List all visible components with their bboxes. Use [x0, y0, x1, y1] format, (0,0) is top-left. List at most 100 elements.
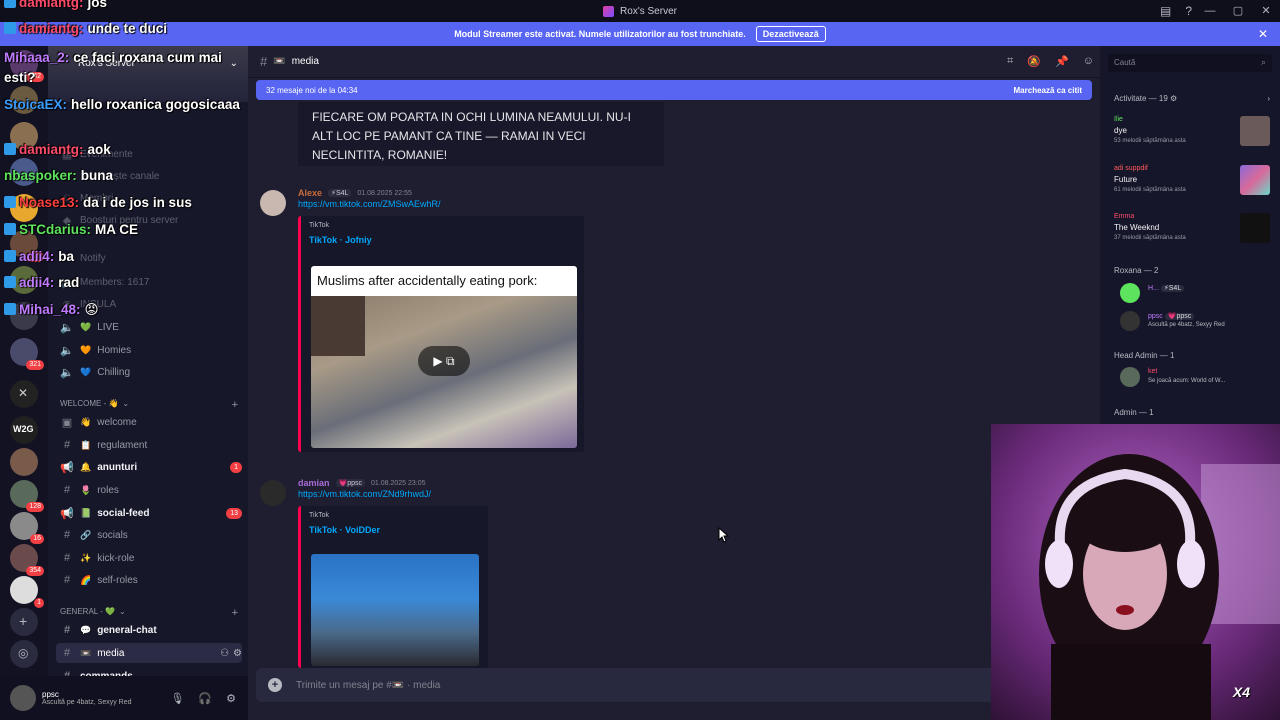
help-icon[interactable]: ? [1185, 4, 1192, 18]
channel-regulament[interactable]: # 📋 regulament [56, 435, 242, 455]
voice-channel-live[interactable]: 🔈 💚 LIVE [56, 317, 242, 337]
server-icon[interactable]: 354 [10, 544, 44, 576]
voice-channel-chilling[interactable]: 🔈 💙 Chilling [56, 362, 242, 382]
role-header-head-admin: Head Admin — 1 [1114, 351, 1175, 360]
maximize-button[interactable]: ▢ [1224, 0, 1252, 22]
settings-icon[interactable]: ⚙ [226, 692, 236, 705]
message-composer[interactable]: + Trimite un mesaj pe #📼 · media 🎁 [256, 668, 1092, 702]
mention-badge: 128 [26, 502, 44, 512]
channel-anunturi[interactable]: 📢 🔔 anunturi 1 [56, 457, 242, 477]
add-channel-icon[interactable]: + [232, 399, 238, 411]
server-header[interactable]: Rox's Server ⌄ [48, 46, 248, 102]
video-thumbnail[interactable]: Muslims after accidentally eating pork: … [311, 266, 577, 448]
server-icon[interactable] [10, 158, 38, 186]
server-tag: ⚡S4L [328, 189, 352, 197]
insula-channel[interactable]: ◉ INSULA [56, 294, 242, 314]
webcam-overlay: X4 [991, 424, 1280, 720]
server-icon[interactable]: 121 [10, 230, 44, 262]
channel-kick-role[interactable]: # ✨ kick-role [56, 548, 242, 568]
server-icon[interactable]: ✕ [10, 380, 38, 408]
add-channel-icon[interactable]: + [232, 607, 238, 619]
member-count-channel[interactable]: 🔈 Members: 1617 [56, 272, 242, 292]
activity-card[interactable]: Emma The Weeknd 37 melodii săptămâna ast… [1114, 213, 1270, 253]
minimize-button[interactable]: — [1196, 0, 1224, 22]
boosts-item[interactable]: ◆ Boosturi pentru server [56, 210, 242, 230]
notifications-muted-icon[interactable]: 🔕 [1027, 55, 1041, 68]
channel-general-chat[interactable]: # 💬 general-chat [56, 620, 242, 640]
activity-card[interactable]: Ilie dye 53 melodii săptămâna asta [1114, 116, 1270, 156]
member-item[interactable]: H... ⚡S4L [1114, 283, 1274, 307]
browse-channels-item[interactable]: ≡ Răsfoiește canale [56, 166, 242, 186]
hash-icon: # [63, 439, 71, 451]
headphones-icon[interactable]: 🎧 [198, 692, 212, 705]
message-link[interactable]: https://vm.tiktok.com/ZMSwAEwhR/ [298, 199, 441, 209]
webcam-overlay-text: X4 [1232, 684, 1250, 700]
events-item[interactable]: ▦ Evenimente [56, 144, 242, 164]
server-icon[interactable]: W2G [10, 416, 38, 444]
activity-card[interactable]: adi suppdif Future 61 melodii săptămâna … [1114, 165, 1270, 205]
server-icon[interactable] [10, 194, 38, 222]
explore-icon[interactable]: ◎ [10, 640, 38, 668]
embed-title[interactable]: TikTok · Jofniy [309, 235, 576, 245]
server-icon[interactable]: 128 [10, 480, 44, 512]
voice-channel-homies[interactable]: 🔈 🧡 Homies [56, 340, 242, 360]
microphone-icon[interactable]: 🎙 [170, 692, 184, 705]
member-list-icon[interactable]: ☺ [1083, 55, 1094, 68]
inbox-icon[interactable]: ▤ [1160, 4, 1171, 18]
gear-icon[interactable]: ⚙ [233, 648, 242, 659]
server-icon[interactable]: 342 [10, 50, 44, 82]
avatar[interactable] [260, 190, 286, 216]
channel-self-roles[interactable]: # 🌈 self-roles [56, 570, 242, 590]
channel-socials[interactable]: # 🔗 socials [56, 525, 242, 545]
server-icon[interactable]: 16 [10, 512, 44, 544]
video-thumbnail[interactable] [311, 554, 479, 666]
mention-badge: 321 [26, 360, 44, 370]
category-general[interactable]: GENERAL - 💚 ⌄ + [60, 607, 238, 619]
message-input[interactable]: Trimite un mesaj pe #📼 · media [296, 680, 440, 691]
role-header-admin: Admin — 1 [1114, 408, 1154, 417]
message: Alexe ⚡S4L 01.08.2025 22:55 https://vm.t… [260, 188, 860, 463]
server-logo-icon [603, 5, 615, 17]
close-banner-icon[interactable]: ✕ [1258, 27, 1268, 41]
avatar[interactable] [10, 685, 36, 711]
channel-social-feed[interactable]: 📢 📗 social-feed 13 [56, 503, 242, 523]
streamer-webcam-image [991, 424, 1280, 720]
close-window-button[interactable]: ✕ [1252, 0, 1280, 22]
server-icon[interactable]: 321 [10, 338, 44, 370]
server-icon[interactable] [10, 86, 38, 114]
pin-icon[interactable]: 📌 [1055, 55, 1069, 68]
server-icon[interactable] [10, 448, 38, 476]
new-messages-bar[interactable]: 32 mesaje noi de la 04:34 Marchează ca c… [256, 80, 1092, 100]
category-welcome[interactable]: WELCOME - 👋 ⌄ + [60, 399, 238, 411]
speaker-icon: 🔈 [60, 366, 74, 379]
gear-icon: ⚙ [1170, 94, 1178, 103]
channel-roles[interactable]: # 🌷 roles [56, 480, 242, 500]
mark-as-read-button[interactable]: Marchează ca citit [1014, 86, 1082, 95]
add-server-icon[interactable]: + [10, 608, 38, 636]
disable-streamer-button[interactable]: Dezactivează [755, 26, 826, 42]
embed-title[interactable]: TikTok · VoiDDer [309, 525, 480, 535]
activity-header[interactable]: Activitate — 19 ⚙ › [1114, 94, 1270, 103]
notify-channel[interactable]: # Notify [56, 248, 242, 268]
add-attachment-icon[interactable]: + [268, 678, 282, 692]
message-link[interactable]: https://vm.tiktok.com/ZNd9rhwdJ/ [298, 489, 431, 499]
message-author[interactable]: Alexe [298, 188, 322, 198]
member-item[interactable]: ket Se joacă acum: World of W... [1114, 367, 1274, 391]
server-icon[interactable] [10, 302, 38, 330]
avatar[interactable] [260, 480, 286, 506]
server-icon[interactable]: 1 [10, 576, 44, 608]
server-icon[interactable] [10, 122, 38, 150]
channel-name: media [291, 56, 319, 67]
message-author[interactable]: damian [298, 478, 330, 488]
server-name: Rox's Server [78, 58, 135, 69]
rules-icon: ▣ [61, 416, 73, 429]
channel-media[interactable]: # 📼 media ⚇ ⚙ [56, 643, 242, 663]
search-input[interactable]: Caută ⌕ [1108, 54, 1272, 72]
member-item[interactable]: ppsc 💗ppsc Ascultă pe 4batz, Sexyy Red [1114, 311, 1274, 335]
threads-icon[interactable]: ⌗ [1007, 55, 1013, 68]
play-icon[interactable]: ▶ ⧉ [418, 346, 470, 376]
server-icon[interactable] [10, 266, 38, 294]
members-item[interactable]: ☺ Membri [56, 188, 242, 208]
channel-welcome[interactable]: ▣ 👋 welcome [56, 412, 242, 432]
invite-icon[interactable]: ⚇ [220, 648, 229, 659]
